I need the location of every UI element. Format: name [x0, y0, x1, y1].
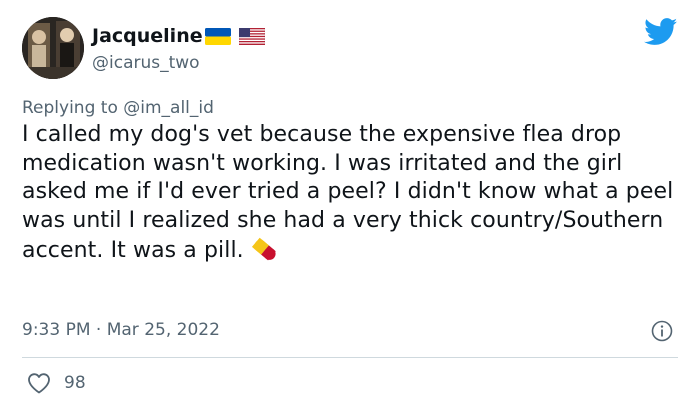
reply-mention-link[interactable]: @im_all_id: [123, 98, 214, 118]
tweet-timestamp[interactable]: 9:33 PM · Mar 25, 2022: [22, 319, 220, 341]
tweet-text: I called my dog's vet because the expens…: [22, 121, 682, 266]
avatar-image: [22, 17, 84, 79]
name-flags: [205, 28, 265, 45]
user-handle[interactable]: @icarus_two: [92, 52, 200, 74]
display-name[interactable]: Jacqueline: [92, 23, 203, 49]
info-icon[interactable]: [651, 320, 673, 342]
heart-icon[interactable]: [27, 372, 51, 394]
tweet-body: I called my dog's vet because the expens…: [22, 122, 674, 264]
twitter-bird-icon[interactable]: [644, 18, 678, 46]
replying-to: Replying to @im_all_id: [22, 97, 214, 119]
tweet-card: Jacqueline @icarus_two Replying to @im_a…: [0, 0, 700, 410]
avatar[interactable]: [22, 17, 84, 79]
us-flag-icon: [239, 28, 265, 45]
pill-emoji: [251, 238, 276, 261]
replying-prefix: Replying to: [22, 98, 118, 118]
divider: [22, 357, 678, 358]
like-count: 98: [64, 373, 86, 393]
ukraine-flag-icon: [205, 28, 231, 45]
